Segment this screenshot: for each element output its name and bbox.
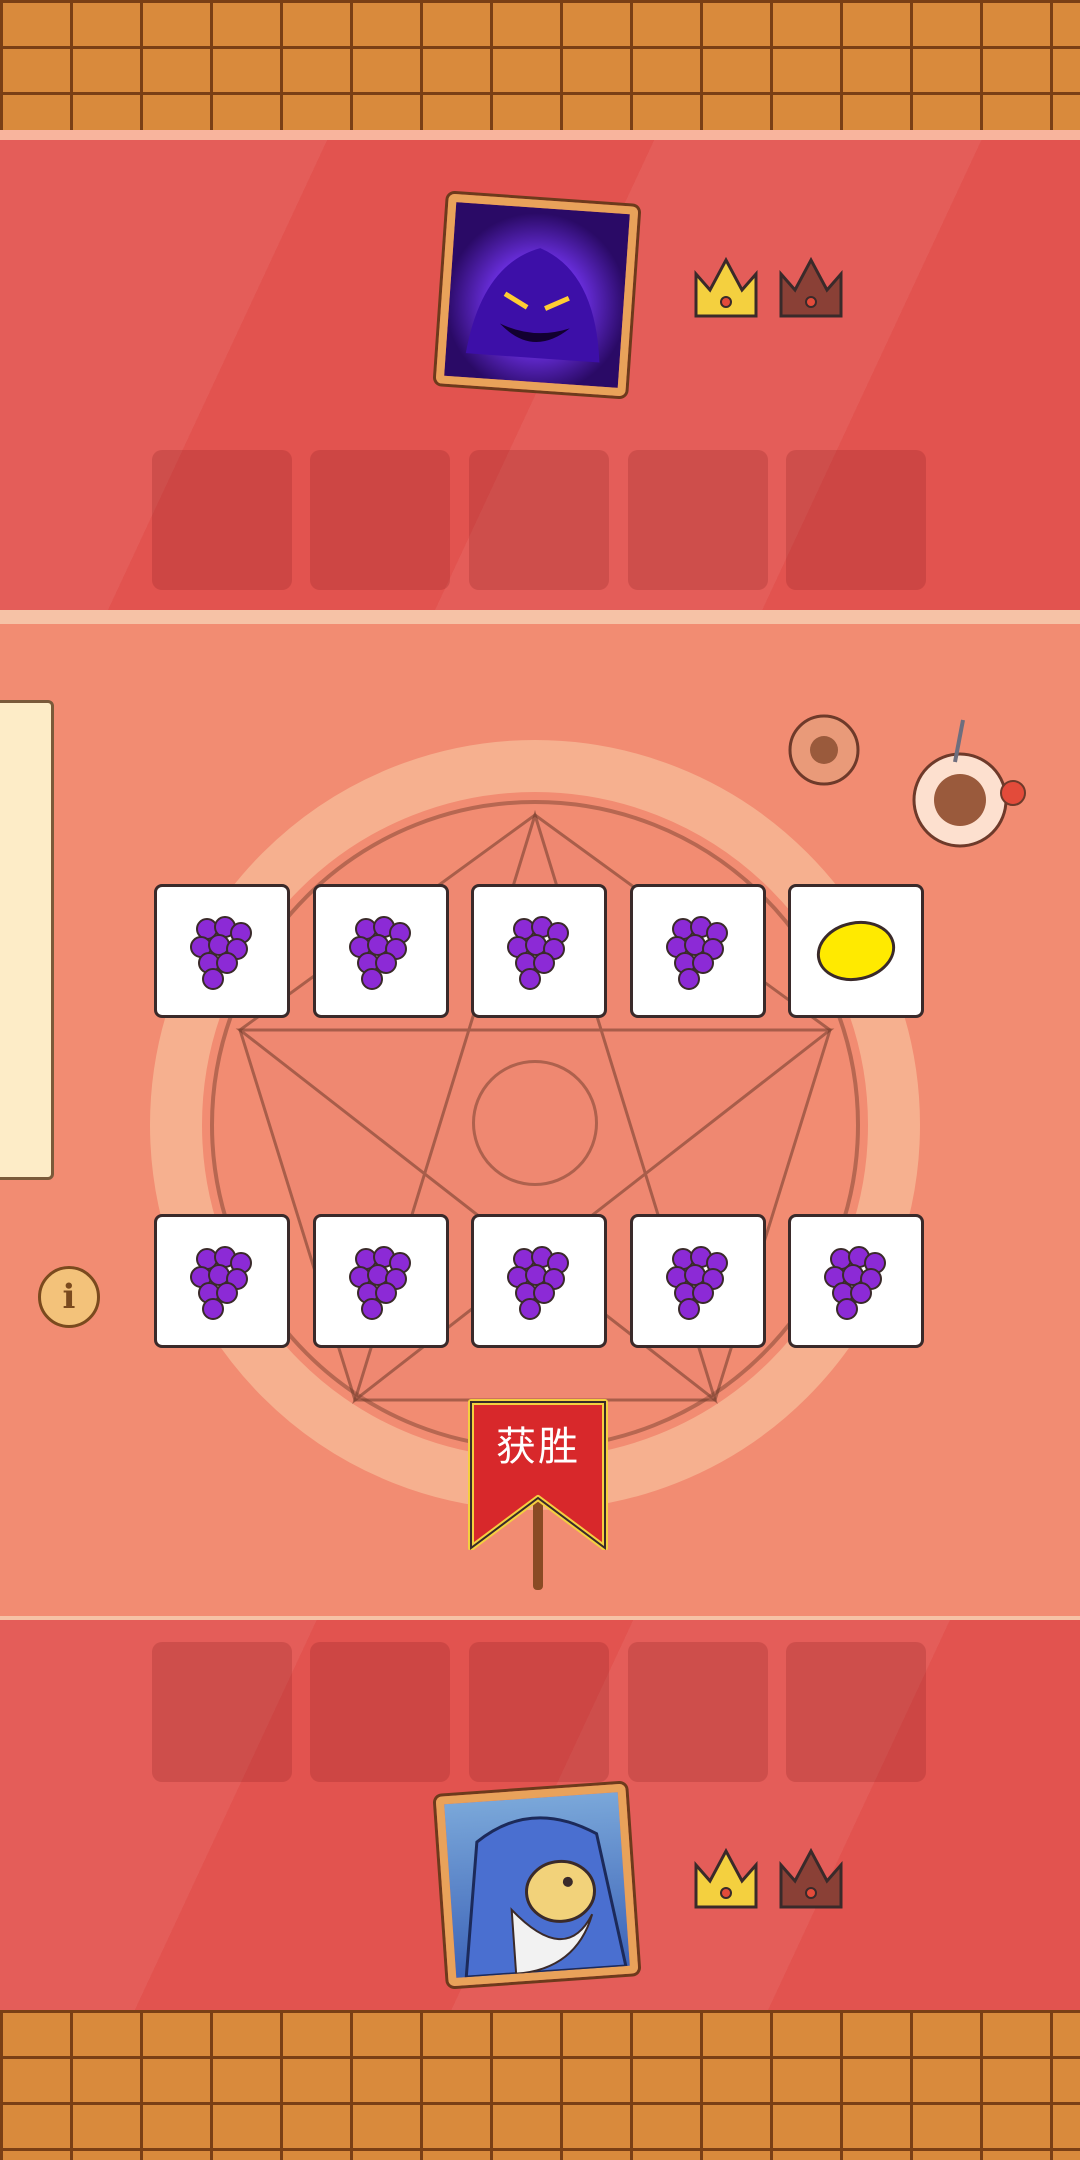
opponent-slot-1 xyxy=(152,450,292,590)
opponent-slot-4 xyxy=(628,450,768,590)
opponent-crown-empty-icon xyxy=(779,256,843,318)
brick-wall-top xyxy=(0,0,1080,150)
grapes-icon xyxy=(666,1246,728,1320)
grapes-icon xyxy=(190,1246,252,1320)
player-crown-won-icon xyxy=(694,1847,758,1909)
info-button[interactable]: i xyxy=(38,1266,100,1328)
card-top-3[interactable] xyxy=(471,884,607,1018)
player-slot-1 xyxy=(152,1642,292,1782)
player-slot-5 xyxy=(786,1642,926,1782)
center-circle xyxy=(472,1060,598,1186)
card-top-5[interactable] xyxy=(788,884,924,1018)
player-crown-empty-icon xyxy=(779,1847,843,1909)
card-bottom-5[interactable] xyxy=(788,1214,924,1348)
grapes-icon xyxy=(824,1246,886,1320)
card-bottom-4[interactable] xyxy=(630,1214,766,1348)
opponent-crown-won-icon xyxy=(694,256,758,318)
opponent-portrait xyxy=(435,193,639,397)
victory-banner-label: 获胜 xyxy=(496,1424,580,1470)
grapes-icon xyxy=(666,916,728,990)
grapes-icon xyxy=(507,1246,569,1320)
card-bottom-1[interactable] xyxy=(154,1214,290,1348)
wizard-icon xyxy=(464,1816,628,1979)
scroll-decoration xyxy=(0,700,54,1180)
grapes-icon xyxy=(190,916,252,990)
player-slot-3 xyxy=(469,1642,609,1782)
brick-wall-bottom xyxy=(0,2010,1080,2160)
info-icon: i xyxy=(62,1277,76,1317)
card-top-1[interactable] xyxy=(154,884,290,1018)
opponent-slot-2 xyxy=(310,450,450,590)
opponent-slot-3 xyxy=(469,450,609,590)
card-top-2[interactable] xyxy=(313,884,449,1018)
player-slot-4 xyxy=(628,1642,768,1782)
card-bottom-2[interactable] xyxy=(313,1214,449,1348)
teacup-decoration xyxy=(788,714,1026,848)
player-slot-2 xyxy=(310,1642,450,1782)
grapes-icon xyxy=(349,1246,411,1320)
ghost-icon xyxy=(465,248,600,363)
opponent-slot-5 xyxy=(786,450,926,590)
card-bottom-3[interactable] xyxy=(471,1214,607,1348)
player-portrait xyxy=(435,1783,639,1987)
lemon-icon xyxy=(816,920,896,982)
card-top-4[interactable] xyxy=(630,884,766,1018)
grapes-icon xyxy=(507,916,569,990)
grapes-icon xyxy=(349,916,411,990)
